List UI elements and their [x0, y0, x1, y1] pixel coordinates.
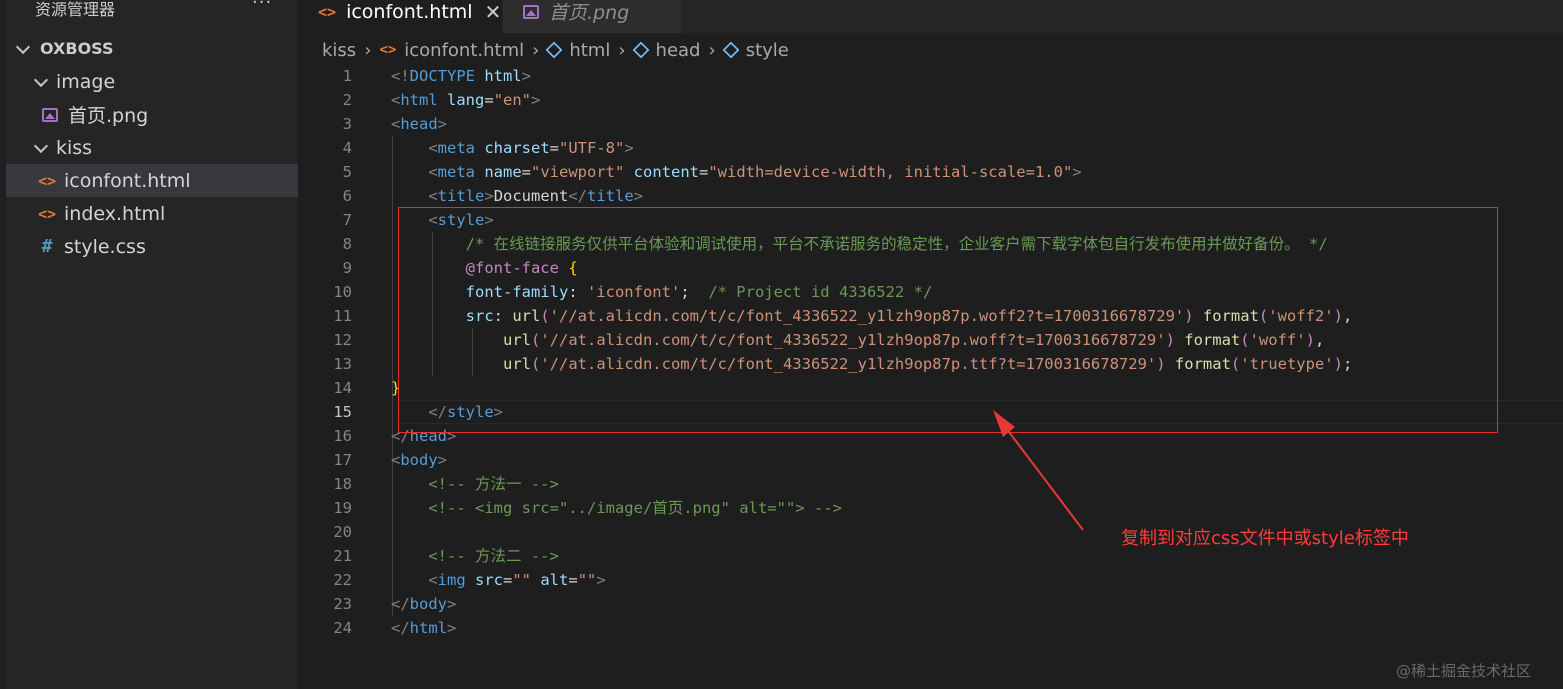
line-number: 23	[333, 595, 352, 613]
code-text: <body>	[391, 451, 448, 469]
code-text: </html>	[391, 619, 457, 637]
more-actions-icon[interactable]: ···	[252, 0, 272, 13]
close-icon[interactable]: ✕	[485, 0, 502, 24]
code-text: <img src="" alt="">	[428, 571, 606, 589]
code-text: </body>	[391, 595, 457, 613]
html-file-icon: <>	[37, 171, 57, 190]
tree-item-label: image	[56, 70, 116, 93]
code-text: <meta charset="UTF-8">	[428, 139, 634, 157]
chevron-down-icon	[34, 75, 48, 89]
code-line[interactable]: 6 <title>Document</title>	[298, 184, 1563, 208]
tree-file-iconfont-html[interactable]: <> iconfont.html	[6, 164, 298, 197]
explorer-title: 资源管理器	[35, 0, 116, 19]
line-number: 20	[333, 523, 352, 541]
tree-file-style-css[interactable]: # style.css	[6, 230, 298, 263]
code-text: <title>Document</title>	[428, 187, 644, 205]
line-number: 6	[342, 187, 352, 205]
tree-root-oxboss[interactable]: OXBOSS	[6, 32, 298, 65]
line-number: 16	[333, 427, 352, 445]
chevron-down-icon	[34, 141, 48, 155]
line-number: 5	[342, 163, 352, 181]
code-line[interactable]: 3 <head>	[298, 112, 1563, 136]
css-file-icon: #	[41, 236, 53, 257]
symbol-element-icon	[722, 41, 740, 59]
tree-item-label: kiss	[56, 136, 93, 159]
chevron-right-icon: ›	[532, 39, 540, 61]
code-line[interactable]: 5 <meta name="viewport" content="width=d…	[298, 160, 1563, 184]
code-line[interactable]: 17 <body>	[298, 448, 1563, 472]
line-number: 8	[342, 235, 352, 253]
line-number: 9	[342, 259, 352, 277]
symbol-element-icon	[632, 41, 649, 59]
tab-homepage-png[interactable]: 首页.png	[503, 0, 681, 33]
code-text: <!DOCTYPE html>	[391, 67, 531, 85]
code-text: <meta name="viewport" content="width=dev…	[428, 163, 1082, 181]
code-line[interactable]: 4 <meta charset="UTF-8">	[298, 136, 1563, 160]
tree-folder-image[interactable]: image	[6, 65, 298, 98]
code-line[interactable]: 18 <!-- 方法一 -->	[298, 472, 1563, 496]
code-line[interactable]: 1 <!DOCTYPE html>	[298, 64, 1563, 88]
code-text: <!-- 方法二 -->	[428, 547, 559, 565]
breadcrumb-item-folder[interactable]: kiss	[322, 40, 356, 61]
breadcrumb-item-symbol[interactable]: style	[746, 40, 789, 61]
breadcrumb: kiss › <> iconfont.html › html › head › …	[322, 37, 789, 63]
explorer-sidebar: 资源管理器 ··· OXBOSS image 首页.png kiss <> ic…	[0, 0, 298, 689]
line-number: 7	[342, 211, 352, 229]
line-number: 10	[333, 283, 352, 301]
tree-item-label: iconfont.html	[64, 169, 191, 192]
code-text: <!-- 方法一 -->	[428, 475, 559, 493]
breadcrumb-item-file[interactable]: iconfont.html	[404, 40, 524, 61]
chevron-right-icon: ›	[618, 39, 626, 61]
code-line[interactable]: 22 <img src="" alt="">	[298, 568, 1563, 592]
code-line[interactable]: 19 <!-- <img src="../image/首页.png" alt="…	[298, 496, 1563, 520]
chevron-right-icon: ›	[364, 39, 372, 61]
line-number: 18	[333, 475, 352, 493]
line-number: 22	[333, 571, 352, 589]
line-number: 11	[333, 307, 352, 325]
line-number: 24	[333, 619, 352, 637]
line-number: 15	[333, 403, 352, 421]
code-line[interactable]: 23 </body>	[298, 592, 1563, 616]
tree-item-label: 首页.png	[68, 105, 149, 127]
tree-file-homepage-png[interactable]: 首页.png	[6, 98, 298, 131]
code-line[interactable]: 24 </html>	[298, 616, 1563, 640]
line-number: 1	[342, 67, 352, 85]
line-number: 12	[333, 331, 352, 349]
chevron-right-icon: ›	[708, 39, 716, 61]
highlight-box	[398, 207, 1498, 433]
tree-item-label: index.html	[64, 202, 166, 225]
line-number: 14	[333, 379, 352, 397]
tree-item-label: style.css	[64, 235, 146, 258]
tree-root-label: OXBOSS	[40, 39, 114, 58]
image-file-icon	[42, 107, 58, 122]
tab-iconfont-html[interactable]: <> iconfont.html ✕	[298, 0, 502, 33]
html-file-icon: <>	[379, 42, 397, 58]
chevron-down-icon	[16, 42, 30, 56]
line-number: 13	[333, 355, 352, 373]
watermark: @稀土掘金技术社区	[1396, 662, 1532, 680]
tree-folder-kiss[interactable]: kiss	[6, 131, 298, 164]
html-file-icon: <>	[318, 2, 337, 21]
code-text: <!-- <img src="../image/首页.png" alt=""> …	[428, 499, 842, 517]
image-file-icon	[523, 4, 539, 19]
line-number: 3	[342, 115, 352, 133]
tree-file-index-html[interactable]: <> index.html	[6, 197, 298, 230]
code-line[interactable]: 2 <html lang="en">	[298, 88, 1563, 112]
code-text: <head>	[391, 115, 448, 133]
breadcrumb-item-symbol[interactable]: head	[656, 40, 701, 61]
line-number: 19	[333, 499, 352, 517]
annotation-text: 复制到对应css文件中或style标签中	[1121, 528, 1409, 549]
line-number: 17	[333, 451, 352, 469]
code-text: <html lang="en">	[391, 91, 541, 109]
line-number: 21	[333, 547, 352, 565]
symbol-element-icon	[545, 41, 563, 59]
tab-label: 首页.png	[549, 2, 630, 24]
html-file-icon: <>	[37, 204, 57, 223]
tab-label: iconfont.html	[346, 0, 473, 23]
line-number: 2	[342, 91, 352, 109]
line-number: 4	[342, 139, 352, 157]
breadcrumb-item-symbol[interactable]: html	[569, 40, 610, 61]
